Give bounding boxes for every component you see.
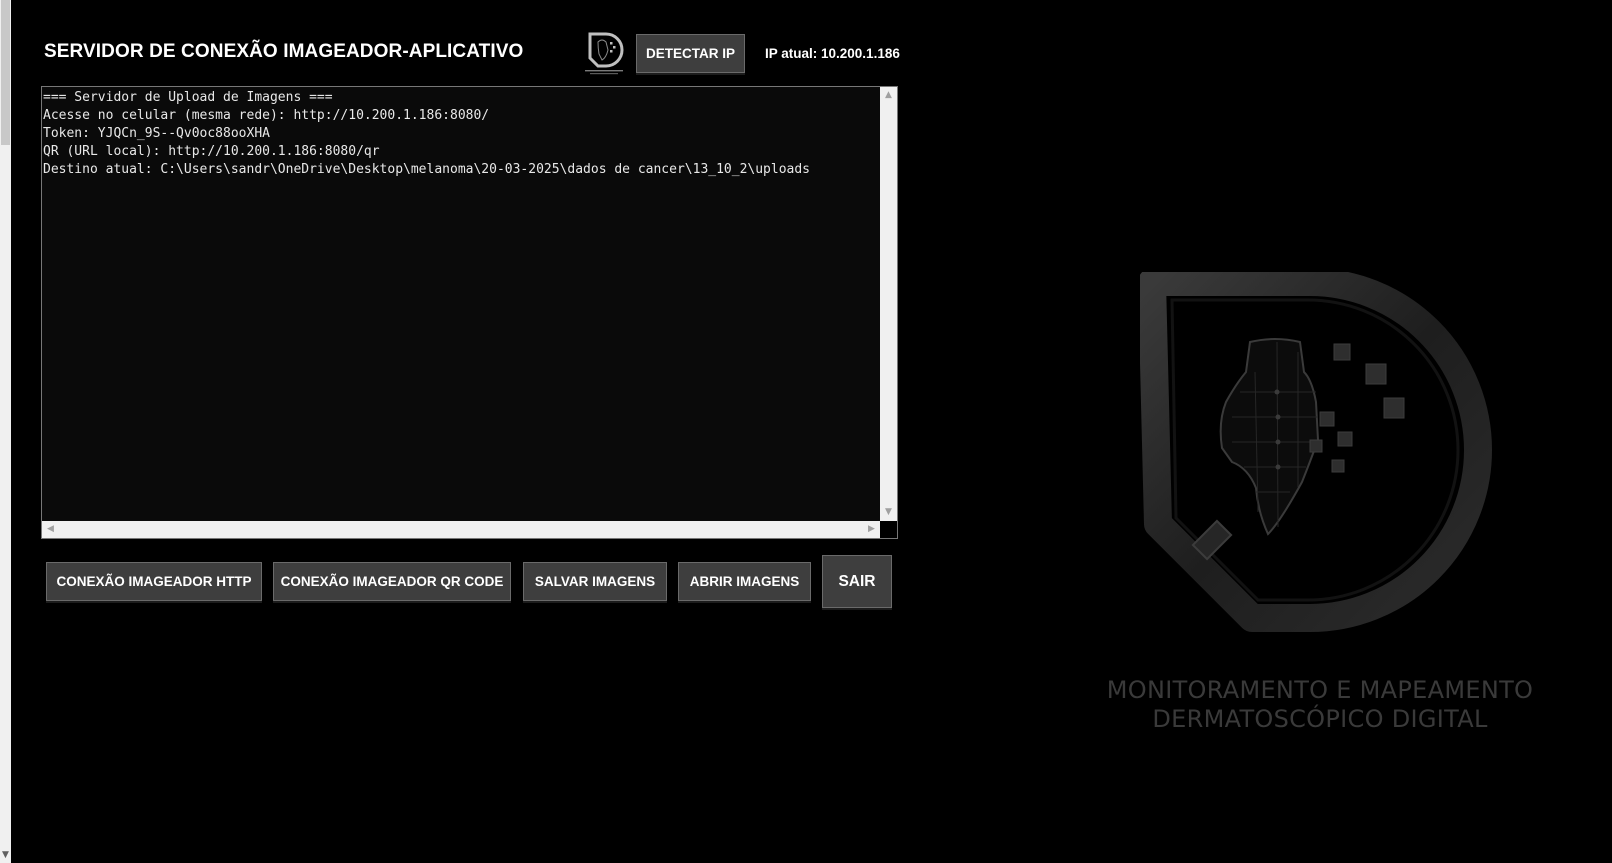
- scroll-up-icon[interactable]: ▲: [880, 87, 897, 104]
- window-left-scrollbar-thumb[interactable]: [1, 0, 10, 145]
- qr-connection-button[interactable]: CONEXÃO IMAGEADOR QR CODE: [273, 562, 511, 601]
- log-horizontal-scrollbar[interactable]: ◀ ▶: [42, 521, 880, 538]
- log-line: QR (URL local): http://10.200.1.186:8080…: [43, 144, 380, 159]
- save-images-button[interactable]: SALVAR IMAGENS: [523, 562, 667, 601]
- server-log-content: === Servidor de Upload de Imagens === Ac…: [43, 89, 879, 520]
- window-left-scrollbar[interactable]: ▼: [0, 0, 11, 863]
- brand-tagline: MONITORAMENTO E MAPEAMENTO DERMATOSCÓPIC…: [1080, 676, 1560, 734]
- detect-ip-button[interactable]: DETECTAR IP: [636, 34, 745, 73]
- log-line: Acesse no celular (mesma rede): http://1…: [43, 108, 490, 123]
- page-title: SERVIDOR DE CONEXÃO IMAGEADOR-APLICATIVO: [44, 41, 524, 62]
- brand-tagline-line2: DERMATOSCÓPICO DIGITAL: [1152, 705, 1488, 733]
- app-logo-icon: [585, 32, 624, 75]
- scroll-down-icon[interactable]: ▼: [0, 849, 11, 861]
- log-line: Token: YJQCn_9S--Qv0oc88ooXHA: [43, 126, 270, 141]
- current-ip-label: IP atual: 10.200.1.186: [765, 46, 900, 61]
- http-connection-button[interactable]: CONEXÃO IMAGEADOR HTTP: [46, 562, 262, 601]
- exit-button[interactable]: SAIR: [822, 555, 892, 608]
- scrollbar-corner: [880, 521, 897, 538]
- log-line: === Servidor de Upload de Imagens ===: [43, 90, 333, 105]
- scroll-right-icon[interactable]: ▶: [863, 521, 880, 538]
- open-images-button[interactable]: ABRIR IMAGENS: [678, 562, 811, 601]
- brand-logo-icon: [1140, 272, 1492, 632]
- scroll-left-icon[interactable]: ◀: [42, 521, 59, 538]
- log-line: Destino atual: C:\Users\sandr\OneDrive\D…: [43, 162, 811, 177]
- log-vertical-scrollbar[interactable]: ▲ ▼: [880, 87, 897, 521]
- scroll-down-icon[interactable]: ▼: [880, 504, 897, 521]
- server-log-textarea[interactable]: === Servidor de Upload de Imagens === Ac…: [41, 86, 898, 539]
- brand-tagline-line1: MONITORAMENTO E MAPEAMENTO: [1106, 676, 1534, 704]
